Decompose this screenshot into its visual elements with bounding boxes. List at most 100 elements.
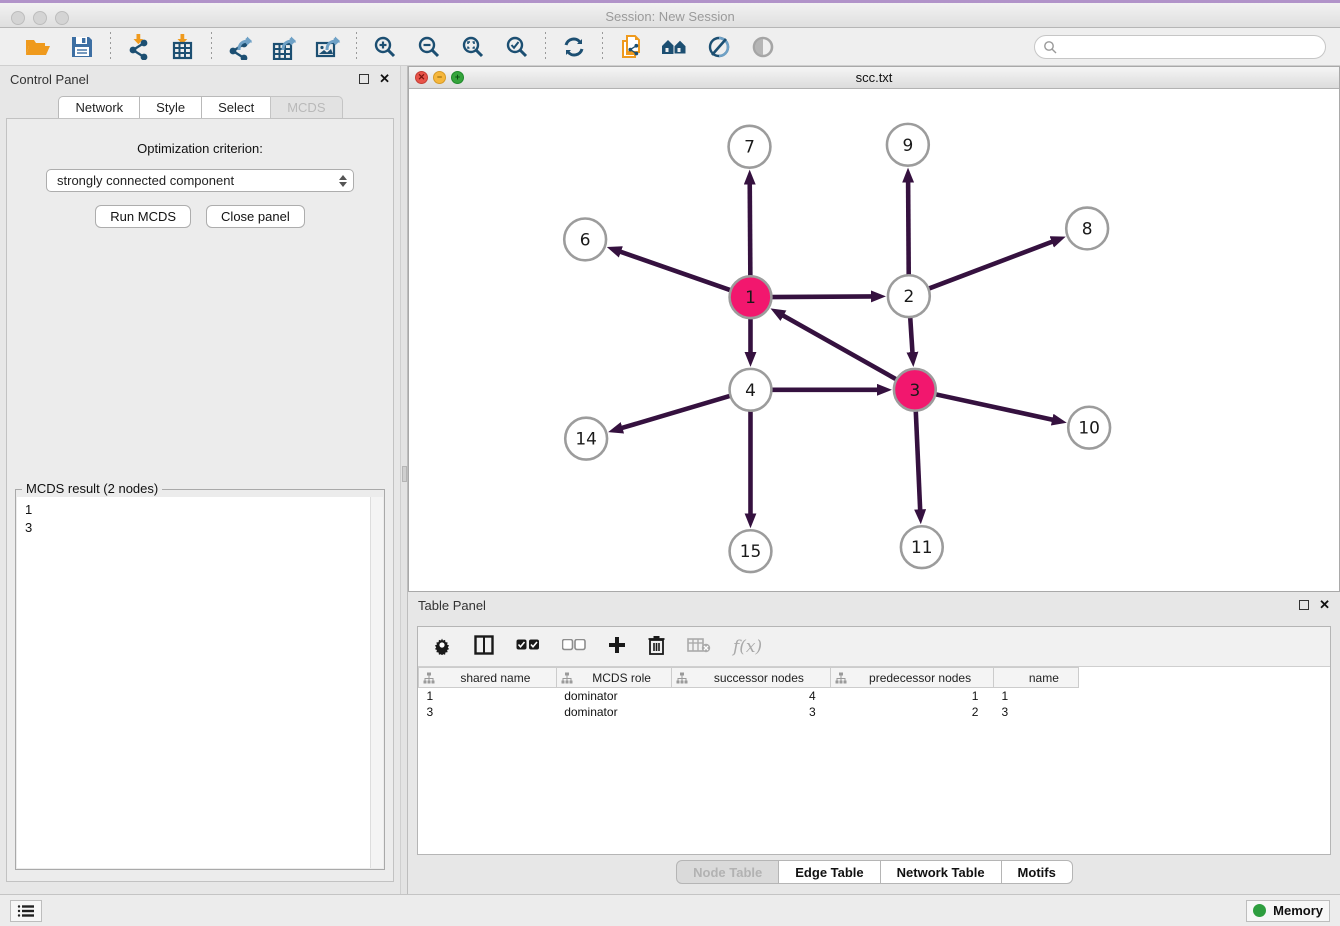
edge-2-3[interactable] — [910, 315, 912, 353]
close-panel-button[interactable]: Close panel — [206, 205, 305, 228]
edge-3-10[interactable] — [933, 394, 1053, 420]
show-columns-button[interactable] — [474, 635, 494, 658]
table-row[interactable]: 3dominator323 — [419, 704, 1330, 720]
tab-mcds[interactable]: MCDS — [270, 96, 342, 118]
float-panel-icon[interactable] — [359, 74, 369, 84]
cell-shared-name[interactable]: 3 — [419, 704, 557, 720]
zoom-in-button[interactable] — [370, 32, 400, 62]
export-network-button[interactable] — [225, 32, 255, 62]
graph-node-label: 2 — [903, 286, 914, 306]
edge-1-6[interactable] — [620, 252, 733, 291]
status-bar: Memory — [0, 894, 1340, 926]
edge-2-9[interactable] — [908, 182, 909, 278]
table-row[interactable]: 1dominator411 — [419, 688, 1330, 704]
tab-network[interactable]: Network — [58, 96, 140, 118]
zoom-selected-button[interactable] — [502, 32, 532, 62]
tab-network-table[interactable]: Network Table — [880, 860, 1002, 884]
function-builder-icon: f(x) — [733, 637, 762, 657]
tab-node-table[interactable]: Node Table — [676, 860, 779, 884]
birdseye-view-button[interactable] — [748, 32, 778, 62]
save-session-icon — [70, 35, 94, 59]
select-all-checks-button[interactable] — [516, 639, 540, 654]
task-history-button[interactable] — [10, 900, 42, 922]
graph-node-label: 7 — [744, 137, 755, 157]
mcds-result-textarea[interactable]: 1 3 — [17, 497, 383, 868]
table-settings-button[interactable] — [432, 635, 452, 658]
edge-4-14[interactable] — [621, 395, 732, 428]
task-list-icon — [17, 904, 35, 918]
table-close-icon[interactable]: ✕ — [1319, 597, 1330, 613]
graph-node-label: 6 — [580, 229, 591, 249]
tab-style[interactable]: Style — [139, 96, 202, 118]
column-header-shared-name[interactable]: shared name — [419, 668, 557, 688]
control-panel-tabs: NetworkStyleSelectMCDS — [0, 92, 400, 118]
toggle-style-button[interactable] — [704, 32, 734, 62]
cell-successor-nodes[interactable]: 4 — [671, 688, 831, 704]
close-panel-icon[interactable]: ✕ — [379, 71, 390, 87]
export-table-button[interactable] — [269, 32, 299, 62]
cell-MCDS-role[interactable]: dominator — [556, 688, 671, 704]
network-title: scc.txt — [409, 70, 1339, 85]
control-panel-header: Control Panel ✕ — [0, 66, 400, 92]
run-mcds-button[interactable]: Run MCDS — [95, 205, 191, 228]
node-table[interactable]: shared nameMCDS rolesuccessor nodesprede… — [418, 667, 1330, 720]
network-overview-button[interactable] — [660, 32, 690, 62]
window-titlebar: Session: New Session — [0, 0, 1340, 28]
cell-successor-nodes[interactable]: 3 — [671, 704, 831, 720]
delete-column-icon — [648, 635, 665, 658]
network-canvas[interactable]: 1234678910111415 — [409, 89, 1339, 591]
cell-shared-name[interactable]: 1 — [419, 688, 557, 704]
clone-network-button[interactable] — [616, 32, 646, 62]
cell-predecessor-nodes[interactable]: 2 — [831, 704, 994, 720]
memory-button[interactable]: Memory — [1246, 900, 1330, 922]
apply-layout-button[interactable] — [559, 32, 589, 62]
search-box[interactable] — [1034, 35, 1326, 59]
edge-1-7[interactable] — [750, 184, 751, 279]
column-header-name[interactable]: name — [993, 668, 1078, 688]
cell-MCDS-role[interactable]: dominator — [556, 704, 671, 720]
column-header-MCDS-role[interactable]: MCDS role — [556, 668, 671, 688]
search-input[interactable] — [1057, 40, 1317, 54]
column-header-predecessor-nodes[interactable]: predecessor nodes — [831, 668, 994, 688]
clone-network-icon — [619, 34, 643, 60]
apply-layout-icon — [562, 35, 586, 59]
deselect-all-checks-button[interactable] — [562, 639, 586, 654]
tab-edge-table[interactable]: Edge Table — [778, 860, 880, 884]
node-table-container: f(x) shared nameMCDS rolesuccessor nodes… — [417, 626, 1331, 855]
edge-1-2[interactable] — [769, 296, 872, 297]
export-network-icon — [227, 34, 253, 60]
network-window-titlebar: ✕ − + scc.txt — [409, 67, 1339, 89]
graph-node-label: 14 — [575, 429, 597, 449]
tab-select[interactable]: Select — [201, 96, 271, 118]
add-column-icon — [608, 636, 626, 657]
table-float-icon[interactable] — [1299, 600, 1309, 610]
cell-name[interactable]: 1 — [993, 688, 1078, 704]
export-image-button[interactable] — [313, 32, 343, 62]
tab-motifs[interactable]: Motifs — [1001, 860, 1073, 884]
column-header-successor-nodes[interactable]: successor nodes — [671, 668, 831, 688]
save-session-button[interactable] — [67, 32, 97, 62]
zoom-fit-button[interactable] — [458, 32, 488, 62]
optimization-criterion-dropdown[interactable]: strongly connected component — [46, 169, 354, 192]
cell-predecessor-nodes[interactable]: 1 — [831, 688, 994, 704]
delete-column-button[interactable] — [648, 635, 665, 658]
zoom-out-button[interactable] — [414, 32, 444, 62]
add-column-button[interactable] — [608, 636, 626, 657]
dropdown-arrows-icon — [339, 175, 349, 187]
edge-3-11[interactable] — [916, 409, 921, 511]
graph-node-label: 3 — [909, 380, 920, 400]
edge-2-8[interactable] — [927, 242, 1053, 290]
network-graph[interactable]: 1234678910111415 — [409, 89, 1339, 591]
import-table-button[interactable] — [168, 32, 198, 62]
open-file-button[interactable] — [23, 32, 53, 62]
result-scrollbar[interactable] — [370, 497, 383, 868]
cell-name[interactable]: 3 — [993, 704, 1078, 720]
import-table-icon — [171, 34, 195, 60]
import-network-button[interactable] — [124, 32, 154, 62]
edge-3-1[interactable] — [783, 315, 899, 380]
vertical-splitter[interactable] — [400, 66, 408, 894]
zoom-fit-icon — [461, 35, 485, 59]
birdseye-view-icon — [751, 35, 775, 59]
network-overview-icon — [661, 36, 689, 58]
mcds-result-title: MCDS result (2 nodes) — [22, 481, 162, 496]
